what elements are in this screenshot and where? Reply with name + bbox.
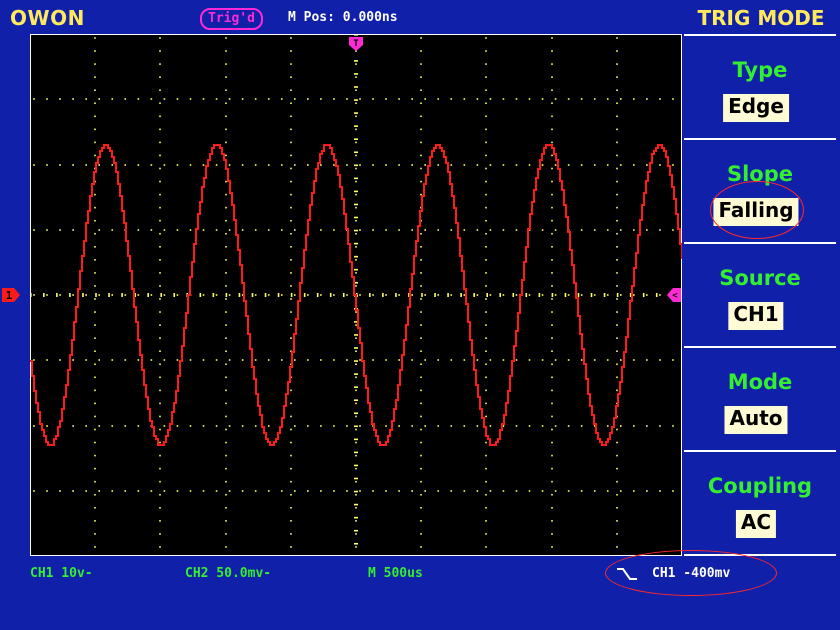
brand-logo: OWON: [10, 6, 85, 30]
slope-highlight-annotation: [710, 181, 804, 239]
waveform-display: T <: [30, 34, 682, 556]
menu-title: TRIG MODE: [697, 6, 825, 30]
menu-item-label: Coupling: [707, 474, 813, 498]
menu-item-value: CH1: [728, 302, 784, 330]
menu-item-mode[interactable]: Mode Auto: [684, 348, 836, 448]
trigger-position-marker: T: [349, 37, 363, 51]
ch1-waveform: [30, 144, 682, 446]
menu-item-coupling[interactable]: Coupling AC: [684, 452, 836, 552]
menu-item-value: AC: [735, 510, 777, 538]
ch1-scale-readout: CH1 10v-: [30, 566, 93, 581]
ch1-ground-marker: 1: [2, 288, 20, 302]
menu-item-label: Source: [719, 266, 801, 290]
m-position-readout: M Pos: 0.000ns: [288, 10, 398, 25]
trig-mode-menu: Type Edge Slope Falling Source CH1 Mode …: [684, 34, 836, 556]
trigger-readout-highlight-annotation: [605, 550, 777, 596]
trigger-level-marker: <: [667, 288, 681, 302]
trigger-level-label: <: [672, 291, 678, 301]
ch1-marker-label: 1: [6, 289, 13, 302]
trigger-position-label: T: [353, 39, 359, 49]
timebase-readout: M 500us: [368, 566, 423, 581]
menu-item-source[interactable]: Source CH1: [684, 244, 836, 344]
ch2-scale-readout: CH2 50.0mv-: [185, 566, 272, 581]
menu-item-label: Type: [732, 58, 788, 82]
menu-item-value: Edge: [723, 94, 789, 122]
menu-item-type[interactable]: Type Edge: [684, 36, 836, 136]
menu-item-label: Mode: [727, 370, 793, 394]
ch1-trace: [30, 144, 682, 446]
menu-item-value: Auto: [724, 406, 788, 434]
trigger-status-badge: Trig'd: [200, 8, 263, 30]
